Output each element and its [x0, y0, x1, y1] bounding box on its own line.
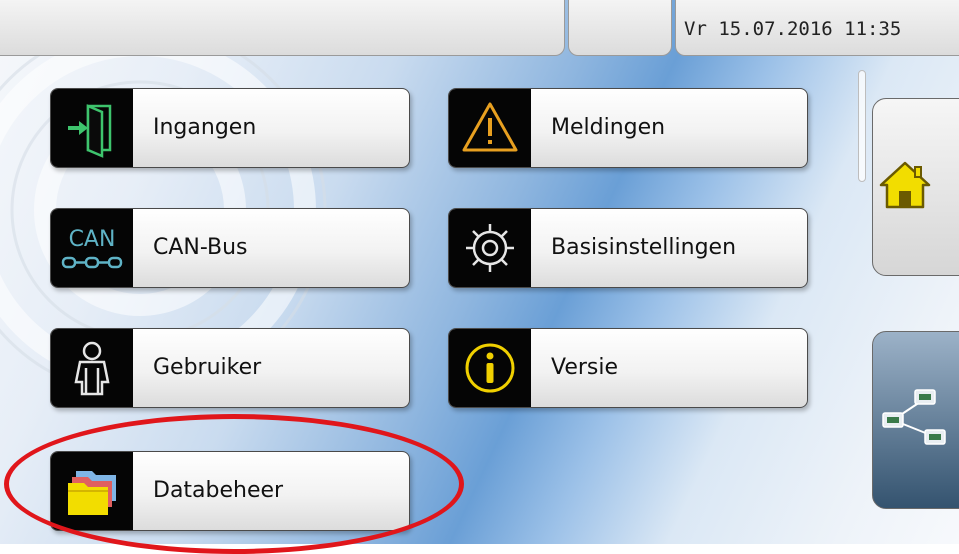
menu-label: Versie	[551, 355, 619, 380]
menu-button-databeheer[interactable]: Databeheer	[50, 451, 410, 531]
network-button[interactable]	[872, 331, 959, 509]
title-area	[0, 0, 565, 56]
user-icon	[51, 329, 133, 407]
network-icon	[882, 389, 946, 445]
screen: Vr 15.07.2016 11:35 Ingangen Meldingen C…	[0, 0, 959, 544]
input-door-icon	[51, 89, 133, 167]
folder-icon	[51, 452, 133, 530]
scrollbar[interactable]	[858, 70, 866, 182]
top-bar: Vr 15.07.2016 11:35	[0, 0, 959, 62]
status-segment[interactable]	[568, 0, 672, 56]
home-icon	[879, 161, 931, 209]
gear-icon	[449, 209, 531, 287]
home-button[interactable]	[872, 98, 959, 276]
menu-button-meldingen[interactable]: Meldingen	[448, 88, 808, 168]
menu-button-versie[interactable]: Versie	[448, 328, 808, 408]
menu-button-ingangen[interactable]: Ingangen	[50, 88, 410, 168]
menu-button-can-bus[interactable]: CAN CAN-Bus	[50, 208, 410, 288]
menu-label: Meldingen	[551, 115, 666, 140]
info-icon	[449, 329, 531, 407]
warning-icon	[449, 89, 531, 167]
menu-label: Basisinstellingen	[551, 235, 737, 260]
can-icon-text: CAN	[69, 227, 116, 252]
can-bus-icon: CAN	[51, 209, 133, 287]
menu-label: Databeheer	[153, 478, 284, 503]
menu-label: Ingangen	[153, 115, 257, 140]
menu-label: Gebruiker	[153, 355, 262, 380]
menu-button-basisinstellingen[interactable]: Basisinstellingen	[448, 208, 808, 288]
menu-label: CAN-Bus	[153, 235, 248, 260]
datetime: Vr 15.07.2016 11:35	[684, 18, 902, 40]
menu-button-gebruiker[interactable]: Gebruiker	[50, 328, 410, 408]
